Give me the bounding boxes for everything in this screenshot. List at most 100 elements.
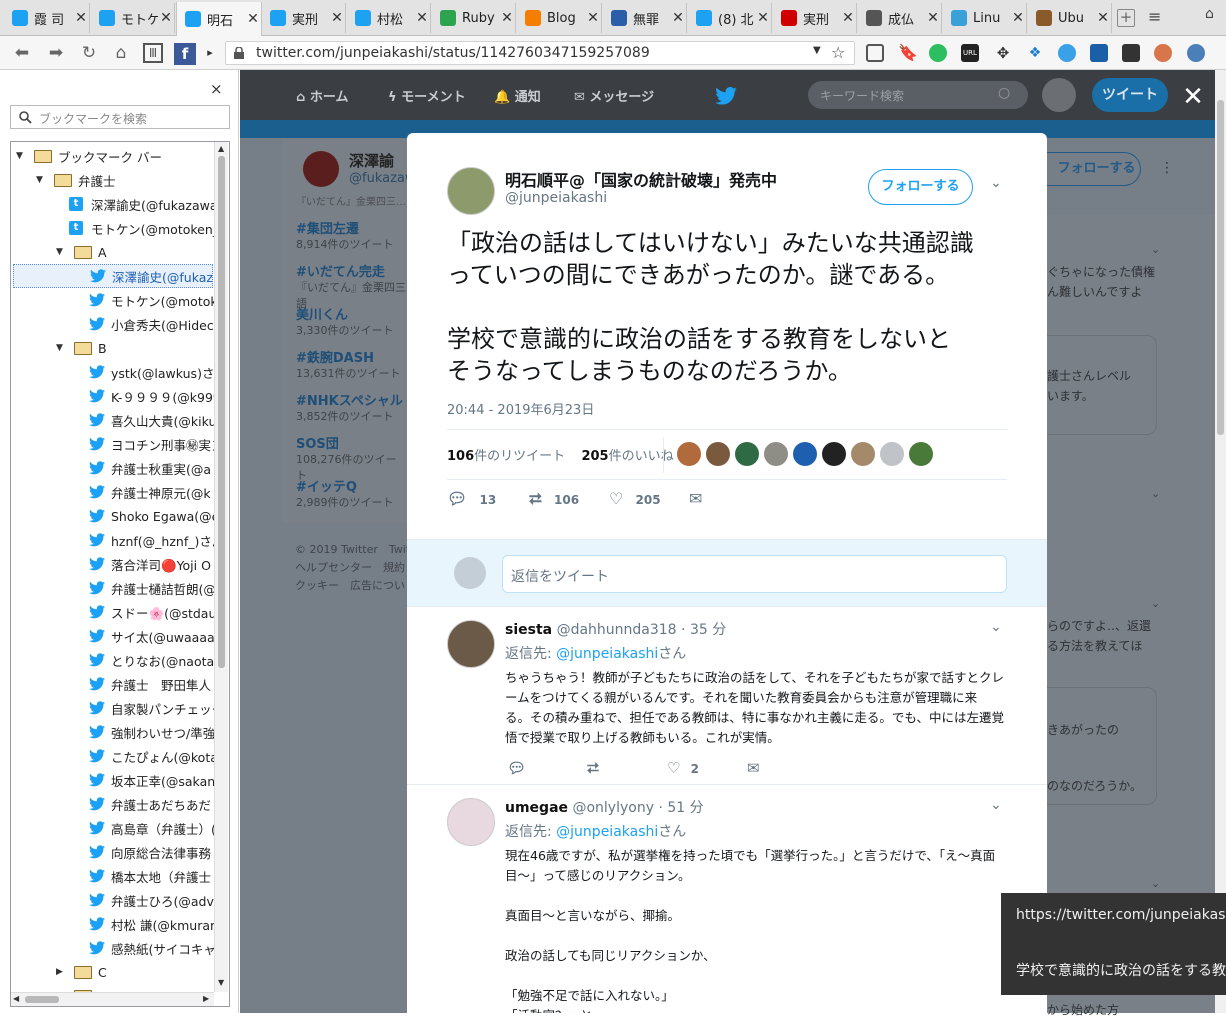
bookmark-item[interactable]: 自家製パンチェッタ xyxy=(89,696,214,720)
url-shortener-icon[interactable]: URL xyxy=(961,44,979,62)
shield-app-icon[interactable] xyxy=(1122,44,1140,62)
twitter-search-input[interactable]: キーワード検索 ○ xyxy=(808,81,1028,109)
bookmark-item[interactable]: 強制わいせつ/準強 xyxy=(89,720,214,744)
sidebar-close-button[interactable]: × xyxy=(210,80,223,98)
liker-avatar[interactable] xyxy=(909,442,933,466)
expanded-arrow-icon[interactable]: ▼ xyxy=(56,343,68,353)
liker-avatar[interactable] xyxy=(793,442,817,466)
move-icon[interactable]: ✥ xyxy=(994,44,1012,62)
bookmark-item[interactable]: 落合洋司🔴Yoji O xyxy=(89,552,214,576)
reply-reply-button[interactable]: 💬︎ xyxy=(507,759,526,777)
tab-close-icon[interactable]: ✕ xyxy=(925,10,941,26)
bookmark-folder[interactable]: ▶ C xyxy=(56,960,214,984)
tab-7[interactable]: Blog ✕ xyxy=(517,3,602,33)
retweet-button[interactable]: ⮂ 106 xyxy=(529,489,579,509)
tweet-menu-chevron-icon[interactable]: ⌄ xyxy=(990,175,1002,191)
bookmark-item[interactable]: 弁護士 野田隼人 xyxy=(89,672,214,696)
reply-like-button[interactable]: ♡ 2 xyxy=(667,759,699,777)
tab-close-icon[interactable]: ✕ xyxy=(755,10,771,26)
bookmark-folder[interactable]: ▼ 弁護士 xyxy=(36,168,214,192)
bookmark-item[interactable]: こたぴょん(@kotac xyxy=(89,744,214,768)
liker-avatar[interactable] xyxy=(677,442,701,466)
bookmark-item[interactable]: 村松 謙(@kmurar xyxy=(89,912,214,936)
expanded-arrow-icon[interactable]: ▼ xyxy=(56,247,68,257)
bookmark-item[interactable]: 橋本太地（弁護士 xyxy=(89,864,214,888)
vertical-scrollbar[interactable]: ▲ ▼ xyxy=(214,142,228,992)
bookmark-item[interactable]: サイ太(@uwaaaa) xyxy=(89,624,214,648)
bookmark-item[interactable]: 弁護士秋重実(@a xyxy=(89,456,214,480)
reply-tweet[interactable]: siesta @dahhunnda318 · 35 分 ⌄ 返信先: @junpei… xyxy=(407,607,1047,785)
tab-close-icon[interactable]: ✕ xyxy=(1095,10,1111,26)
tab-close-icon[interactable]: ✕ xyxy=(73,10,89,26)
bookmark-item[interactable]: 弁護士樋詰哲朗(@ xyxy=(89,576,214,600)
blue-app-icon[interactable] xyxy=(1090,44,1108,62)
replying-to-link[interactable]: @junpeiakashi xyxy=(556,646,658,662)
retweets-label[interactable]: 件のリツイート xyxy=(474,449,565,464)
tab-close-icon[interactable]: ✕ xyxy=(840,10,856,26)
follow-button[interactable]: フォローする xyxy=(868,169,973,205)
page-scrollbar-thumb[interactable] xyxy=(1217,100,1224,435)
bookmark-item[interactable]: 深澤諭史(@fukaz xyxy=(13,264,213,288)
dm-button[interactable]: ✉ xyxy=(689,489,702,508)
bookmark-item[interactable]: とりなお(@naotar xyxy=(89,648,214,672)
reply-time[interactable]: · 35 分 xyxy=(681,622,726,638)
back-icon[interactable]: ⬅ xyxy=(11,43,33,63)
bookmark-item[interactable]: 喜久山大貴(@kiku xyxy=(89,408,214,432)
bookmark-item[interactable]: 高島章（弁護士）(@ xyxy=(89,816,214,840)
facebook-icon[interactable]: f xyxy=(174,43,196,65)
bookmark-item[interactable]: t モトケン(@motoken_ xyxy=(69,216,214,240)
bookmark-folder[interactable]: ▼ ブックマーク バー xyxy=(16,144,214,168)
overflow-chevron-icon[interactable]: ▸ xyxy=(205,43,215,63)
reply-retweet-button[interactable]: ⮂ xyxy=(587,759,599,777)
tab-8[interactable]: 無罪 ✕ xyxy=(603,3,687,33)
trend-tag[interactable]: #いだてん完走 xyxy=(296,261,385,280)
bookmark-tree[interactable]: ▼ ブックマーク バー ▼ 弁護士 t 深澤諭史(@fukazawa t モトケン(@moto… xyxy=(10,141,230,1007)
reply-time[interactable]: · 51 分 xyxy=(658,800,703,816)
trend-tag[interactable]: 美川くん xyxy=(296,304,348,323)
trend-tag[interactable]: #鉄腕DASH xyxy=(296,347,374,366)
tab-close-icon[interactable]: ✕ xyxy=(499,10,515,26)
tab-close-icon[interactable]: ✕ xyxy=(245,11,261,27)
reload-icon[interactable]: ↻ xyxy=(78,43,100,63)
reply-author-name[interactable]: umegae xyxy=(505,800,568,816)
tab-4[interactable]: 実刑 ✕ xyxy=(262,3,346,33)
tshirt-icon[interactable]: ⌂ xyxy=(1205,6,1221,22)
scrollbar-thumb[interactable] xyxy=(218,156,225,668)
tab-1[interactable]: 霞 司 ✕ xyxy=(4,3,90,33)
author-handle[interactable]: @junpeiakashi xyxy=(505,190,607,206)
reply-author-handle[interactable]: @onlylyony xyxy=(572,800,654,816)
background-more-icon[interactable]: ⋮ xyxy=(1160,160,1174,176)
user-avatar[interactable] xyxy=(1042,78,1076,112)
trend-tag[interactable]: #NHKスペシャル xyxy=(296,390,403,409)
bookmark-search-input[interactable]: ブックマークを検索 xyxy=(10,105,230,129)
bookmark-item[interactable]: 感熱紙(サイコキャ xyxy=(89,936,214,960)
tab-10[interactable]: 実刑 ✕ xyxy=(773,3,857,33)
hscrollbar-thumb[interactable] xyxy=(25,996,59,1003)
bookmark-item[interactable]: ヨコチン刑事㊙実ヌ xyxy=(89,432,214,456)
bookmark-item[interactable]: 弁護士あだちあだ xyxy=(89,792,214,816)
tab-5[interactable]: 村松 ✕ xyxy=(347,3,431,33)
profile-app-icon[interactable] xyxy=(1154,44,1172,62)
compose-tweet-button[interactable]: ツイート xyxy=(1092,78,1168,112)
background-follow-button[interactable]: フォローする xyxy=(1047,152,1141,186)
url-bar[interactable]: twitter.com/junpeiakashi/status/11427603… xyxy=(225,41,855,65)
tweet-stats[interactable]: 106件のリツイート 205件のいいね xyxy=(447,445,674,464)
liker-avatar[interactable] xyxy=(706,442,730,466)
bookmark-item[interactable]: 向原総合法律事務 xyxy=(89,840,214,864)
reply-input[interactable]: 返信をツイート xyxy=(502,555,1007,593)
bookmark-folder[interactable]: ▼ A xyxy=(56,240,214,264)
trend-tag[interactable]: SOS団 xyxy=(296,433,339,452)
trend-tag[interactable]: #イッテQ xyxy=(296,476,357,495)
home-icon[interactable]: ⌂ xyxy=(110,43,132,63)
url-dropdown-icon[interactable]: ▼ xyxy=(813,45,821,56)
tab-3[interactable]: 明石 ✕ xyxy=(176,2,262,36)
reply-author-handle[interactable]: @dahhunnda318 xyxy=(557,622,677,638)
author-name[interactable]: 明石順平@「国家の統計破壊」発売中 xyxy=(505,167,777,191)
scroll-left-arrow-icon[interactable]: ◀ xyxy=(13,994,19,1003)
tab-9[interactable]: (8) 北 ✕ xyxy=(688,3,772,33)
close-modal-button[interactable]: ✕ xyxy=(1180,84,1206,110)
nav-moments[interactable]: ϟ モーメント xyxy=(388,86,466,105)
gear-app-icon[interactable] xyxy=(1187,44,1205,62)
expanded-arrow-icon[interactable]: ▼ xyxy=(36,175,48,185)
trend-tag[interactable]: #集団左遷 xyxy=(296,218,359,237)
